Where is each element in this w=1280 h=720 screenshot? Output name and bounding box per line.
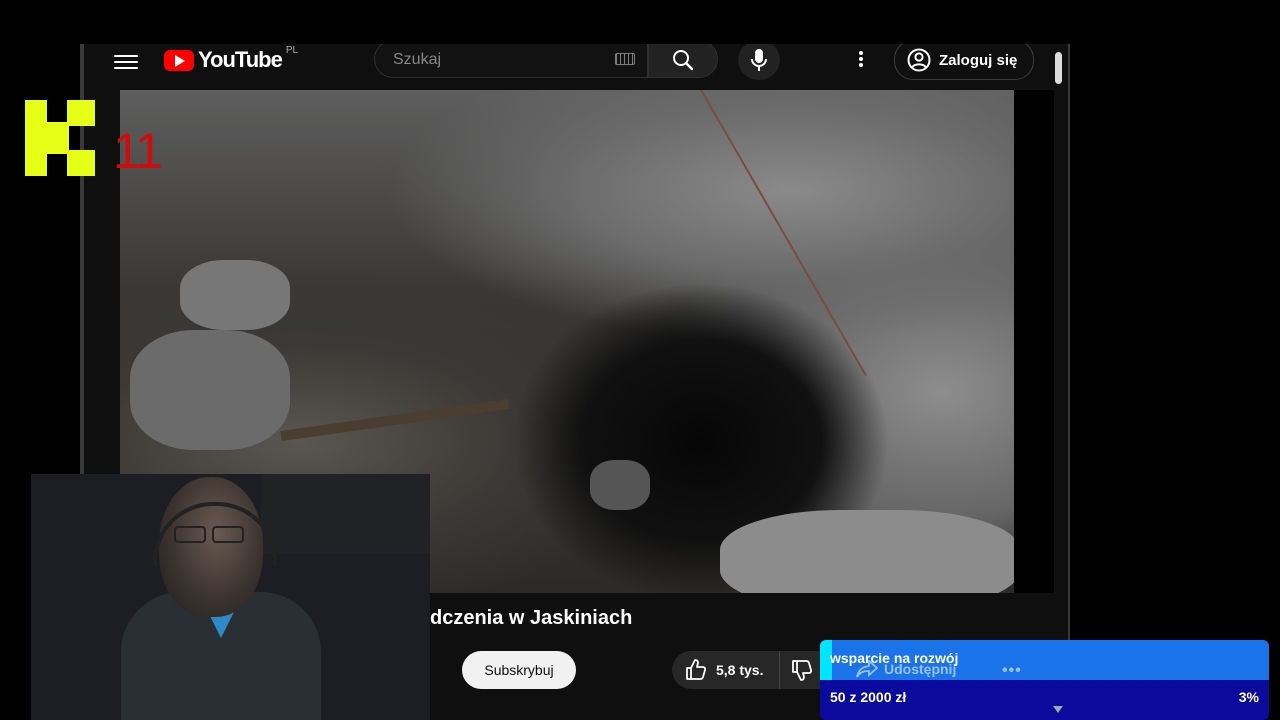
donation-percent: 3%	[1238, 689, 1259, 705]
k-logo-mark	[25, 100, 95, 176]
dislike-button[interactable]	[780, 651, 824, 689]
search-box	[374, 44, 648, 78]
login-label: Zaloguj się	[939, 51, 1018, 69]
search-input[interactable]	[391, 50, 605, 70]
subscribe-button[interactable]: Subskrybuj	[462, 651, 576, 689]
microphone-icon	[751, 49, 767, 71]
webcam-overlay	[31, 474, 430, 720]
hamburger-menu-icon[interactable]	[114, 51, 138, 75]
k11-logo: 11	[25, 100, 163, 179]
wooden-plank	[280, 399, 510, 441]
chevron-down-icon[interactable]	[1053, 706, 1063, 713]
more-options-icon[interactable]	[856, 49, 866, 71]
search-button[interactable]	[648, 44, 718, 78]
account-icon	[907, 48, 931, 72]
rock	[180, 260, 290, 330]
like-button[interactable]: 5,8 tys.	[672, 651, 781, 689]
youtube-header: YouTube PL Zaloguj się	[84, 44, 1068, 90]
k11-number: 11	[113, 123, 163, 179]
scrollbar[interactable]	[1055, 52, 1062, 84]
youtube-logo[interactable]: YouTube PL	[164, 45, 299, 73]
rock	[720, 510, 1014, 593]
rock	[590, 460, 650, 510]
share-label: Udostępnij	[884, 661, 957, 677]
share-button-ghost[interactable]: Udostępnij	[856, 660, 956, 678]
country-code: PL	[285, 45, 299, 56]
rock	[130, 330, 290, 450]
glasses	[174, 526, 254, 543]
background-wall	[261, 474, 430, 554]
thumbs-down-icon	[792, 660, 813, 681]
voice-search-button[interactable]	[738, 44, 780, 80]
like-count: 5,8 tys.	[716, 662, 764, 678]
rope-line	[700, 90, 867, 377]
share-icon	[856, 660, 878, 678]
video-title: dczenia w Jaskiniach	[430, 607, 633, 629]
thumbs-up-icon	[686, 659, 707, 680]
youtube-logo-text: YouTube	[198, 47, 283, 72]
youtube-play-icon	[164, 50, 194, 71]
keyboard-icon[interactable]	[615, 53, 635, 65]
more-actions-icon[interactable]: •••	[1002, 662, 1022, 680]
search-icon	[673, 50, 694, 71]
donation-amount: 50 z 2000 zł	[830, 689, 907, 705]
login-button[interactable]: Zaloguj się	[894, 44, 1035, 80]
donation-goal-widget: wsparcie na rozwój Udostępnij ••• 50 z 2…	[820, 640, 1269, 720]
